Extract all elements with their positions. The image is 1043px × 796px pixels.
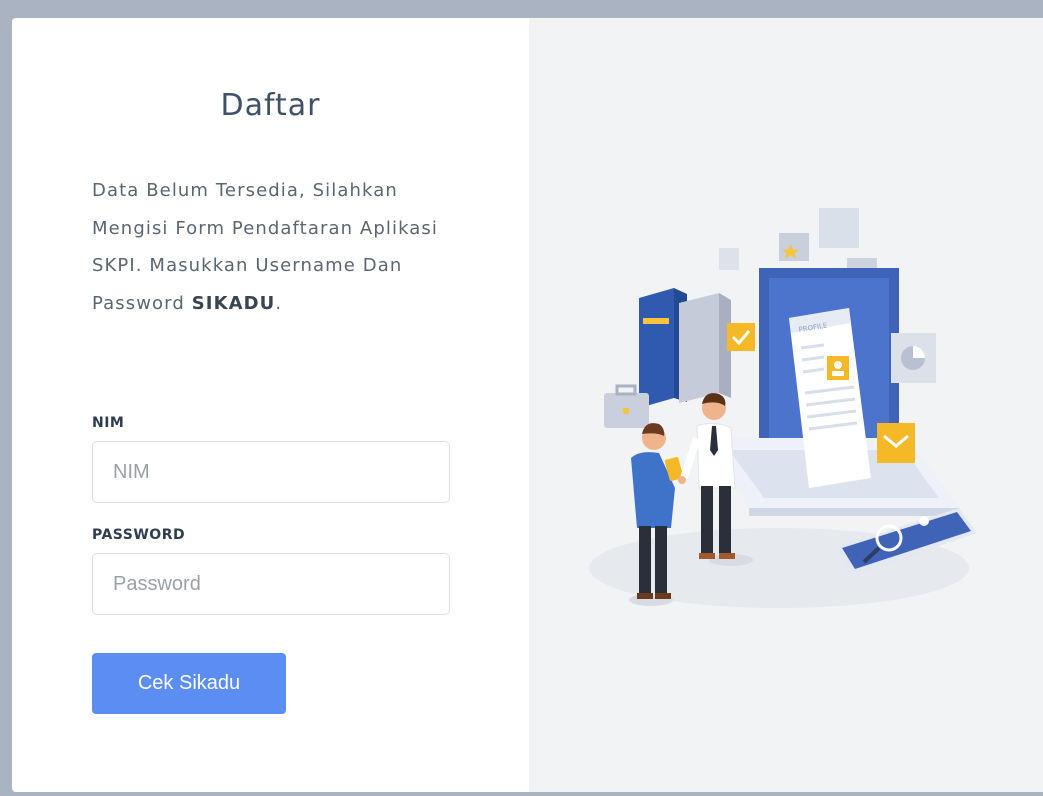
registration-card: Daftar Data Belum Tersedia, Silahkan Men…: [12, 18, 1043, 792]
form-description: Data Belum Tersedia, Silahkan Mengisi Fo…: [92, 172, 472, 322]
nim-input[interactable]: [92, 441, 450, 503]
description-end: .: [275, 292, 283, 314]
illustration-pane: PROFILE: [529, 18, 1043, 792]
page-title: Daftar: [220, 88, 321, 123]
cek-sikadu-button[interactable]: Cek Sikadu: [92, 653, 286, 714]
form-pane: Daftar Data Belum Tersedia, Silahkan Men…: [12, 18, 529, 792]
password-input[interactable]: [92, 553, 450, 615]
description-bold: SIKADU: [191, 292, 276, 314]
profile-registration-illustration: PROFILE: [589, 208, 977, 608]
nim-label: NIM: [92, 415, 125, 431]
password-label: PASSWORD: [92, 527, 186, 543]
